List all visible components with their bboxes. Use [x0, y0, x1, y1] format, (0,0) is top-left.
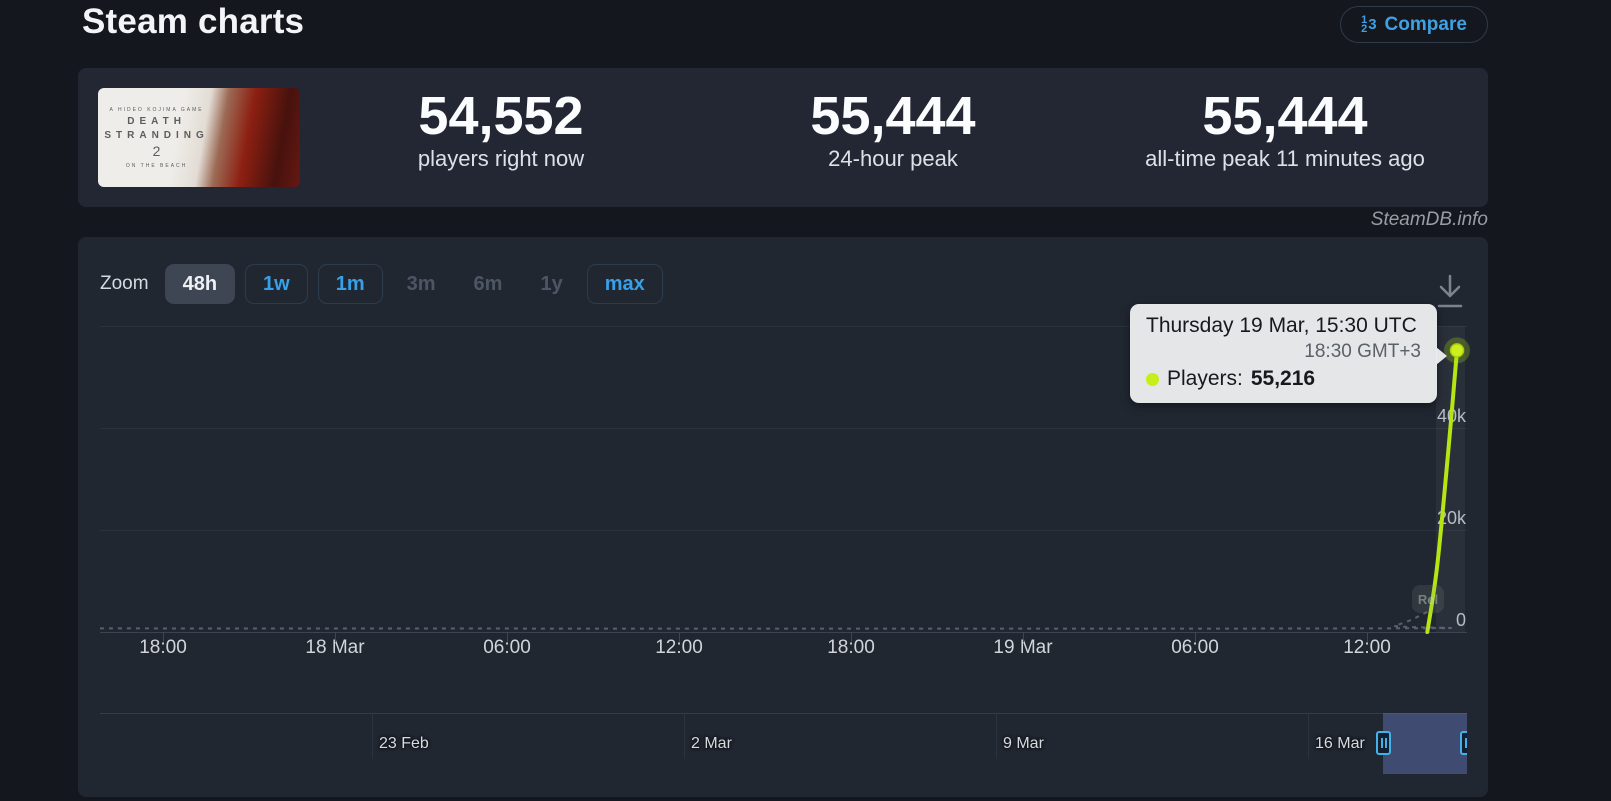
stat-alltime-peak: 55,444 all-time peak 11 minutes ago [1092, 88, 1478, 172]
compare-button[interactable]: 1 2 3 Compare [1340, 6, 1488, 43]
x-axis-tick-mark [1195, 632, 1196, 642]
steamdb-watermark: SteamDB.info [1088, 209, 1488, 231]
numbered-list-icon: 1 2 3 [1361, 16, 1376, 34]
x-axis-tick-mark [1023, 632, 1024, 642]
zoom-toolbar: Zoom 48h1w1m3m6m1y max [100, 263, 673, 305]
game-capsule-text: A HIDEO KOJIMA GAME DEATH STRANDING 2 ON… [98, 88, 215, 187]
stat-label: players right now [308, 146, 694, 172]
range-button-48h[interactable]: 48h [165, 264, 235, 304]
series-color-dot [1146, 373, 1159, 386]
stat-value: 54,552 [308, 88, 694, 144]
navigator-gridline [372, 713, 373, 759]
navigator-gridline [1308, 713, 1309, 759]
x-axis-tick-mark [679, 632, 680, 642]
navigator-tick-label: 2 Mar [691, 735, 732, 753]
x-axis-tick-mark [1367, 632, 1368, 642]
navigator-tick-label: 23 Feb [379, 735, 429, 753]
tooltip-series-label: Players: [1167, 364, 1243, 394]
navigator-left-handle[interactable] [1376, 731, 1391, 755]
navigator-outline [100, 713, 1467, 714]
y-axis-tick-label: 40k [1386, 406, 1466, 427]
navigator-gridline [996, 713, 997, 759]
range-button-1w[interactable]: 1w [245, 264, 308, 304]
page-title: Steam charts [82, 2, 304, 42]
range-button-3m: 3m [393, 264, 450, 304]
navigator-tick-label: 16 Mar [1315, 735, 1365, 753]
stat-label: 24-hour peak [700, 146, 1086, 172]
range-button-1y: 1y [526, 264, 576, 304]
y-axis-tick-label: 20k [1386, 508, 1466, 529]
x-axis-tick-mark [507, 632, 508, 642]
stat-24h-peak: 55,444 24-hour peak [700, 88, 1086, 172]
stat-current-players: 54,552 players right now [308, 88, 694, 172]
y-axis-tick-label: 0 [1386, 610, 1466, 631]
stat-label: all-time peak 11 minutes ago [1092, 146, 1478, 172]
navigator-gridline [684, 713, 685, 759]
game-capsule-image[interactable]: A HIDEO KOJIMA GAME DEATH STRANDING 2 ON… [98, 88, 300, 187]
stat-value: 55,444 [1092, 88, 1478, 144]
tooltip-localtime: 18:30 GMT+3 [1146, 340, 1421, 364]
x-axis-tick-mark [335, 632, 336, 642]
range-button-max[interactable]: max [587, 264, 663, 304]
tooltip-players-value: 55,216 [1251, 364, 1315, 394]
x-axis-tick-mark [851, 632, 852, 642]
stat-value: 55,444 [700, 88, 1086, 144]
tooltip-arrow [1436, 347, 1447, 365]
release-flag[interactable]: Rel [1412, 585, 1444, 613]
range-navigator[interactable]: 23 Feb 2 Mar 9 Mar 16 Mar [100, 705, 1467, 785]
zoom-label: Zoom [100, 273, 149, 295]
chart-tooltip: Thursday 19 Mar, 15:30 UTC 18:30 GMT+3 P… [1130, 304, 1437, 403]
range-button-6m: 6m [460, 264, 517, 304]
navigator-selected-range[interactable] [1383, 713, 1467, 774]
navigator-tick-label: 9 Mar [1003, 735, 1044, 753]
tooltip-date: Thursday 19 Mar, 15:30 UTC [1146, 312, 1421, 340]
y-gridline [100, 428, 1467, 429]
x-axis-tick-mark [163, 632, 164, 642]
steamdb-charts-page: Steam charts 1 2 3 Compare A HIDEO KOJIM… [0, 0, 1611, 801]
navigator-right-handle[interactable] [1460, 731, 1467, 755]
compare-button-label: Compare [1385, 14, 1467, 36]
range-button-1m[interactable]: 1m [318, 264, 383, 304]
x-axis-line [100, 632, 1467, 633]
y-gridline [100, 530, 1467, 531]
